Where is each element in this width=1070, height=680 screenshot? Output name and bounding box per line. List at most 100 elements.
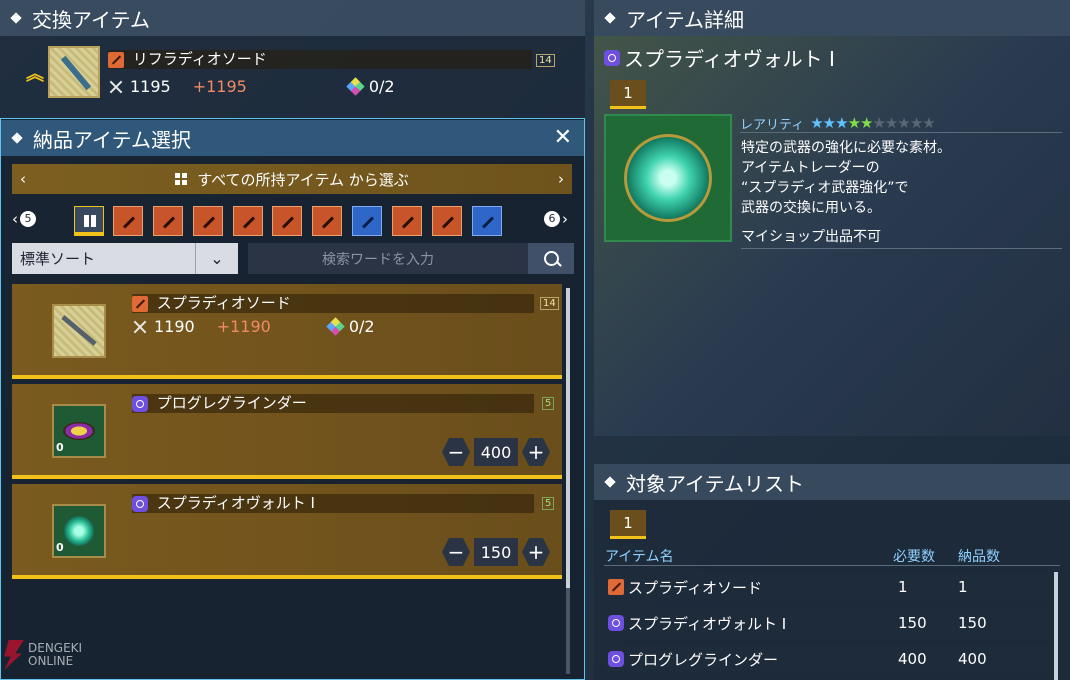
- material-type-icon: [604, 49, 620, 66]
- level-badge: 14: [536, 54, 555, 67]
- item-bonus: +1190: [216, 317, 271, 336]
- close-icon[interactable]: ✕: [554, 125, 572, 150]
- source-selector[interactable]: ‹ すべての所持アイテム から選ぶ ›: [12, 164, 572, 194]
- list-item[interactable]: スプラディオソード 14 1190 +1190 0/2: [12, 284, 562, 379]
- row-required: 1: [898, 578, 908, 596]
- tab-weapon-3[interactable]: [193, 206, 223, 236]
- weapon-icon: [481, 216, 495, 229]
- exchange-bonus: +1195: [192, 77, 247, 96]
- rarity-label: レアリティ: [740, 117, 805, 133]
- detail-title-text: スプラディオヴォルト I: [624, 47, 835, 71]
- search-icon[interactable]: [528, 243, 574, 274]
- detail-header: アイテム詳細: [594, 0, 1070, 36]
- row-delivered: 1: [958, 578, 968, 596]
- select-header-title: 納品アイテム選択: [33, 127, 191, 152]
- list-item[interactable]: 0 プログレグラインダー 5 − 400 +: [12, 384, 562, 479]
- quantity-stepper[interactable]: − 400 +: [442, 438, 550, 466]
- tabs-prev[interactable]: ‹ 5: [12, 210, 36, 228]
- weapon-type-icon: [608, 579, 624, 595]
- star-icon: ★★★: [810, 114, 848, 132]
- tab-weapon-1[interactable]: [113, 206, 143, 236]
- tab-weapon-6[interactable]: [312, 206, 342, 236]
- item-namebar: プログレグラインダー: [132, 394, 534, 413]
- row-required: 400: [898, 650, 927, 668]
- weapon-icon: [122, 216, 136, 229]
- targets-tab-1[interactable]: 1: [610, 510, 646, 539]
- item-thumb: 0: [52, 504, 106, 558]
- attack-icon: [132, 319, 148, 335]
- scrollbar-thumb[interactable]: [566, 288, 570, 588]
- col-header-divider: [604, 565, 1060, 566]
- decrement-button[interactable]: −: [442, 438, 470, 466]
- tab-weapon-7[interactable]: [352, 206, 382, 236]
- row-required: 150: [898, 614, 927, 632]
- weapon-icon: [321, 216, 335, 229]
- quantity-value[interactable]: 150: [474, 538, 518, 566]
- detail-header-title: アイテム詳細: [626, 7, 744, 32]
- detail-tab-1[interactable]: 1: [610, 80, 646, 109]
- page-next-badge: 6: [544, 211, 560, 227]
- chevron-right-icon: ›: [562, 210, 568, 228]
- tab-all[interactable]: [74, 206, 104, 236]
- tab-weapon-2[interactable]: [153, 206, 183, 236]
- item-namebar: スプラディオソード: [132, 294, 534, 313]
- material-type-icon: [608, 651, 624, 667]
- weapon-icon: [441, 216, 455, 229]
- exchange-attack: 1195: [130, 77, 171, 96]
- source-label: すべての所持アイテム から選ぶ: [197, 170, 409, 189]
- col-header-required: 必要数: [893, 549, 935, 565]
- orb-image-icon: [64, 516, 94, 546]
- tab-weapon-4[interactable]: [233, 206, 263, 236]
- exchange-item-name: リフラディオソード: [132, 50, 267, 68]
- chevron-right-icon[interactable]: ›: [558, 170, 564, 188]
- exchange-header-title: 交換アイテム: [32, 7, 150, 32]
- tab-weapon-10[interactable]: [472, 206, 502, 236]
- sort-dropdown[interactable]: 標準ソート ⌄: [12, 243, 238, 274]
- item-name: スプラディオヴォルト I: [156, 494, 315, 512]
- item-thumb: 0: [52, 404, 106, 458]
- quantity-stepper[interactable]: − 150 +: [442, 538, 550, 566]
- targets-header: 対象アイテムリスト: [594, 464, 1070, 500]
- weapon-type-icon: [132, 295, 148, 312]
- row-delivered: 150: [958, 614, 987, 632]
- tab-weapon-5[interactable]: [272, 206, 302, 236]
- weapon-icon: [162, 216, 176, 229]
- material-type-icon: [132, 395, 148, 412]
- weapon-type-icon: [108, 51, 124, 68]
- exchange-panel: ︽ リフラディオソード 14 1195 +1195 0/2: [0, 36, 585, 118]
- rank-up-icon: ︽: [26, 64, 44, 85]
- watermark-text: DENGEKI ONLINE: [28, 642, 82, 668]
- sort-label: 標準ソート: [20, 250, 96, 268]
- table-row[interactable]: プログレグラインダー 400 400: [604, 644, 1050, 674]
- diamond-icon: [10, 12, 22, 24]
- material-type-icon: [608, 615, 624, 631]
- increment-button[interactable]: +: [522, 438, 550, 466]
- decrement-button[interactable]: −: [442, 538, 470, 566]
- chevron-left-icon[interactable]: ‹: [20, 170, 26, 188]
- tab-weapon-9[interactable]: [432, 206, 462, 236]
- list-item[interactable]: 0 スプラディオヴォルト I 5 − 150 +: [12, 484, 562, 579]
- item-namebar: スプラディオヴォルト I: [132, 494, 534, 513]
- table-row[interactable]: スプラディオヴォルト I 150 150: [604, 608, 1050, 638]
- rarity-badge: 5: [542, 497, 555, 510]
- item-name: プログレグラインダー: [156, 394, 307, 412]
- grid-icon: [175, 173, 188, 185]
- search-input[interactable]: 検索ワードを入力: [248, 243, 574, 274]
- exchange-item-thumb[interactable]: [48, 46, 100, 98]
- chevron-down-icon: ⌄: [195, 243, 238, 274]
- col-header-delivered: 納品数: [958, 549, 1000, 565]
- tabs-next[interactable]: 6 ›: [544, 210, 568, 228]
- desc-line: 特定の武器の強化に必要な素材。: [741, 140, 951, 156]
- select-header: 納品アイテム選択 ✕: [1, 120, 584, 156]
- table-row[interactable]: スプラディオソード 1 1: [604, 572, 1050, 602]
- row-name: スプラディオソード: [628, 578, 762, 597]
- exchange-header: 交換アイテム: [0, 0, 585, 36]
- quantity-value[interactable]: 400: [474, 438, 518, 466]
- targets-scrollbar[interactable]: [1054, 572, 1058, 680]
- list-scrollbar[interactable]: [566, 288, 570, 674]
- increment-button[interactable]: +: [522, 538, 550, 566]
- watermark-line2: ONLINE: [28, 654, 74, 668]
- tab-weapon-8[interactable]: [392, 206, 422, 236]
- item-name: スプラディオソード: [156, 294, 291, 312]
- slot-icon: [346, 77, 365, 96]
